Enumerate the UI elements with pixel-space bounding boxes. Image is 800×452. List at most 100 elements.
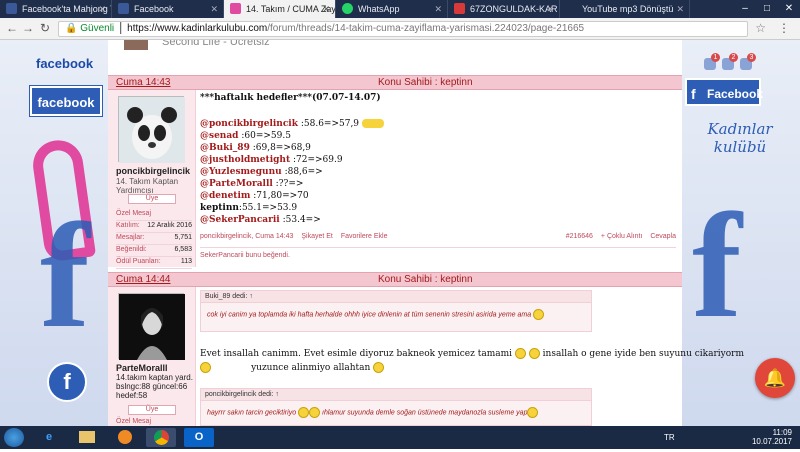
- avatar[interactable]: [118, 293, 185, 360]
- post-permalink[interactable]: poncikbirgelincik, Cuma 14:43: [200, 233, 293, 240]
- chrome-icon[interactable]: [146, 428, 176, 447]
- quote-header[interactable]: poncikbirgelincik dedi: ↑: [201, 389, 591, 401]
- private-message-link[interactable]: Özel Mesaj: [116, 210, 192, 221]
- close-window-icon[interactable]: ✕: [778, 0, 800, 18]
- likes-summary[interactable]: SekerPancarii bunu beğendi.: [200, 247, 676, 259]
- tab-zonguldak[interactable]: 67ZONGULDAK-KAR ✕: [448, 0, 560, 18]
- smiley-icon: [298, 407, 310, 418]
- favorite-link[interactable]: Favorilere Ekle: [341, 233, 388, 240]
- bookmark-star-icon[interactable]: ☆: [755, 21, 766, 35]
- maximize-icon[interactable]: □: [756, 0, 778, 18]
- quote-body: cok iyi canim ya toplamda iki hafta herh…: [201, 303, 591, 326]
- smiley-icon: [514, 348, 526, 359]
- portrait-avatar-image: [119, 294, 185, 360]
- goal-line: @poncikbirgelincik :58.6=>57,9: [200, 118, 384, 130]
- top-strip: Second Life - Ücretsiz: [108, 40, 682, 76]
- windows-taskbar: e O TR 11:09 10.07.2017: [0, 426, 800, 449]
- post-date[interactable]: Cuma 14:44: [116, 274, 170, 285]
- smiley-icon: [200, 362, 211, 373]
- close-tab-icon[interactable]: ✕: [676, 0, 684, 18]
- facebook-favicon-icon: [6, 3, 17, 14]
- username[interactable]: ParteMoralll: [116, 363, 168, 373]
- ad-thumbnail: [124, 40, 148, 50]
- facebook-box-logo[interactable]: facebook: [30, 86, 102, 116]
- url-path: /forum/threads/14-takim-cuma-zayiflama-y…: [267, 23, 585, 34]
- private-message-link[interactable]: Özel Mesaj: [116, 418, 192, 426]
- post-number[interactable]: #216646: [566, 233, 593, 240]
- quote-header[interactable]: Buki_89 dedi: ↑: [201, 291, 591, 303]
- topic-owner-label: Konu Sahibi : keptinn: [378, 77, 473, 88]
- goal-line: @Buki_89 :69,8=>68,9: [200, 143, 311, 153]
- quote-block: Buki_89 dedi: ↑ cok iyi canim ya toplamd…: [200, 290, 592, 332]
- close-tab-icon[interactable]: ✕: [98, 0, 106, 18]
- avatar[interactable]: [118, 96, 185, 163]
- goal-line: @SekerPancarii :53.4=>: [200, 215, 321, 225]
- url-field[interactable]: 🔒 Güvenli │ https://www.kadinlarkulubu.co…: [58, 21, 748, 37]
- big-f-decoration: f: [692, 183, 742, 349]
- user-rank-badge: Üye: [128, 194, 176, 204]
- goal-line: @senad :60=>59.5: [200, 131, 291, 141]
- quote-block: poncikbirgelincik dedi: ↑ hayrrr sakın t…: [200, 388, 592, 426]
- post-body: Evet insallah canimm. Evet esimle diyoru…: [200, 348, 744, 374]
- window-controls: – □ ✕: [734, 0, 800, 18]
- start-button-icon[interactable]: [4, 428, 24, 447]
- quote-body: hayrrr sakın tarcin geciktiriyo ıhlamur …: [201, 401, 591, 424]
- post-actions: #216646 + Çoklu Alıntı Cevapla: [566, 233, 676, 240]
- top-strip-text: Second Life - Ücretsiz: [162, 40, 270, 48]
- file-explorer-icon[interactable]: [72, 428, 102, 447]
- post-heading: ***haftalık hedefler***(07.07-14.07): [200, 93, 381, 103]
- social-icon-2[interactable]: 2: [722, 53, 738, 70]
- goal-line: @denetim :71,80=>70: [200, 191, 309, 201]
- minimize-icon[interactable]: –: [734, 0, 756, 18]
- media-player-icon[interactable]: [110, 428, 140, 447]
- user-title: 14. Takım Kaptan Yardımcısı: [116, 177, 179, 195]
- outlook-icon[interactable]: O: [184, 428, 214, 447]
- stat-likes: Beğenildi: 6,583: [116, 246, 192, 257]
- tab-strip: Facebook'ta Mahjong T ✕ Facebook ✕ 14. Tak…: [0, 0, 800, 18]
- tab-facebook[interactable]: Facebook ✕: [112, 0, 224, 18]
- user-rank-badge: Üye: [128, 405, 176, 415]
- browser-menu-icon[interactable]: ⋮: [778, 21, 790, 35]
- user-title: 14.takım kaptan yard. bslngc:88 güncel:6…: [116, 373, 193, 400]
- reply-line: yuzunce alinmiyo allahtan: [200, 362, 744, 374]
- goal-line: keptinn:55.1=>53.9: [200, 203, 298, 213]
- internet-explorer-icon[interactable]: e: [34, 428, 64, 447]
- reload-icon[interactable]: ↻: [40, 21, 50, 35]
- tab-youtube-mp3[interactable]: YouTube mp3 Dönüştü ✕: [560, 0, 690, 18]
- whatsapp-favicon-icon: [342, 3, 353, 14]
- user-card: poncikbirgelincik 14. Takım Kaptan Yardı…: [108, 90, 196, 269]
- post-date[interactable]: Cuma 14:43: [116, 77, 170, 88]
- notification-bell-icon[interactable]: 🔔: [755, 358, 795, 398]
- tab-forum[interactable]: 14. Takım / CUMA Zayıf ✕: [224, 0, 336, 18]
- facebook-circle-icon[interactable]: f: [47, 362, 87, 402]
- post-header: Cuma 14:43 Konu Sahibi : keptinn: [108, 75, 682, 90]
- reply-link[interactable]: Cevapla: [650, 233, 676, 240]
- close-tab-icon[interactable]: ✕: [322, 0, 330, 18]
- web-page: facebook facebook f f 1 2 3 f Facebook K…: [0, 40, 800, 426]
- back-icon[interactable]: ←: [6, 21, 18, 35]
- big-f-decoration: f: [40, 193, 90, 359]
- close-tab-icon[interactable]: ✕: [434, 0, 442, 18]
- forward-icon[interactable]: →: [22, 21, 34, 35]
- clock[interactable]: 11:09 10.07.2017: [752, 428, 792, 446]
- report-link[interactable]: Şikayet Et: [301, 233, 333, 240]
- facebook-favicon-icon: [118, 3, 129, 14]
- social-icon-3[interactable]: 3: [740, 53, 756, 70]
- close-tab-icon[interactable]: ✕: [210, 0, 218, 18]
- left-banner: facebook facebook f f: [0, 40, 108, 426]
- stat-points: Ödül Puanları: 113: [116, 258, 192, 269]
- social-icon-1[interactable]: 1: [704, 53, 720, 70]
- tab-whatsapp[interactable]: WhatsApp ✕: [336, 0, 448, 18]
- user-card: ParteMoralll 14.takım kaptan yard. bslng…: [108, 287, 196, 426]
- panda-avatar-image: [119, 97, 185, 163]
- multi-quote-link[interactable]: + Çoklu Alıntı: [601, 233, 642, 240]
- goal-line: @ParteMoralll :??=>: [200, 179, 304, 189]
- username[interactable]: poncikbirgelincik: [116, 166, 190, 176]
- language-indicator[interactable]: TR: [664, 433, 675, 442]
- audio-favicon-icon: [454, 3, 465, 14]
- post-footer: poncikbirgelincik, Cuma 14:43 Şikayet Et…: [200, 233, 676, 240]
- facebook-button[interactable]: Facebook: [685, 78, 763, 108]
- tab-mahjong[interactable]: Facebook'ta Mahjong T ✕: [0, 0, 112, 18]
- close-tab-icon[interactable]: ✕: [546, 0, 554, 18]
- secure-label: Güvenli: [80, 23, 115, 34]
